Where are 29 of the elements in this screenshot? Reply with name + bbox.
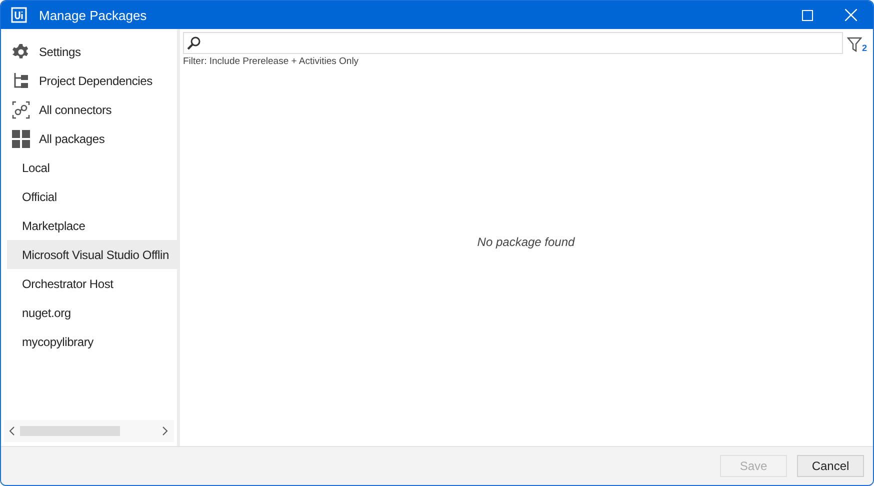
dialog-button[interactable]: Cancel <box>797 455 864 477</box>
sidebar-item[interactable]: Official <box>7 182 177 211</box>
gear-icon <box>12 42 30 60</box>
sidebar-item[interactable]: Orchestrator Host <box>7 269 177 298</box>
close-icon[interactable] <box>845 9 857 21</box>
app-logo-icon <box>11 7 27 23</box>
scroll-right-icon[interactable] <box>161 426 169 436</box>
empty-message: No package found <box>477 234 575 248</box>
sidebar-item[interactable]: Project Dependencies <box>7 66 177 95</box>
sidebar-item[interactable]: Local <box>7 153 177 182</box>
filter-icon[interactable] <box>847 37 862 53</box>
window-title: Manage Packages <box>39 8 148 22</box>
search-icon <box>187 36 201 50</box>
filter-summary: Filter: Include Prerelease + Activities Only <box>183 56 360 67</box>
sidebar-item[interactable]: All connectors <box>7 95 177 124</box>
sidebar-item[interactable]: All packages <box>7 124 177 153</box>
horizontal-scrollbar[interactable] <box>4 420 174 442</box>
tree-icon <box>12 72 30 90</box>
sidebar-item[interactable]: mycopylibrary <box>7 327 177 356</box>
sidebar-item[interactable]: nuget.org <box>7 298 177 327</box>
grid-icon <box>12 130 30 148</box>
sidebar-item[interactable]: Settings <box>7 37 177 66</box>
sidebar-item[interactable]: Microsoft Visual Studio Offlin <box>7 240 177 269</box>
search-field[interactable] <box>183 32 843 54</box>
scroll-left-icon[interactable] <box>8 426 16 436</box>
maximize-icon[interactable] <box>802 10 812 20</box>
sidebar-item[interactable]: Marketplace <box>7 211 177 240</box>
filter-count: 2 <box>862 43 868 53</box>
connector-icon <box>12 100 30 118</box>
